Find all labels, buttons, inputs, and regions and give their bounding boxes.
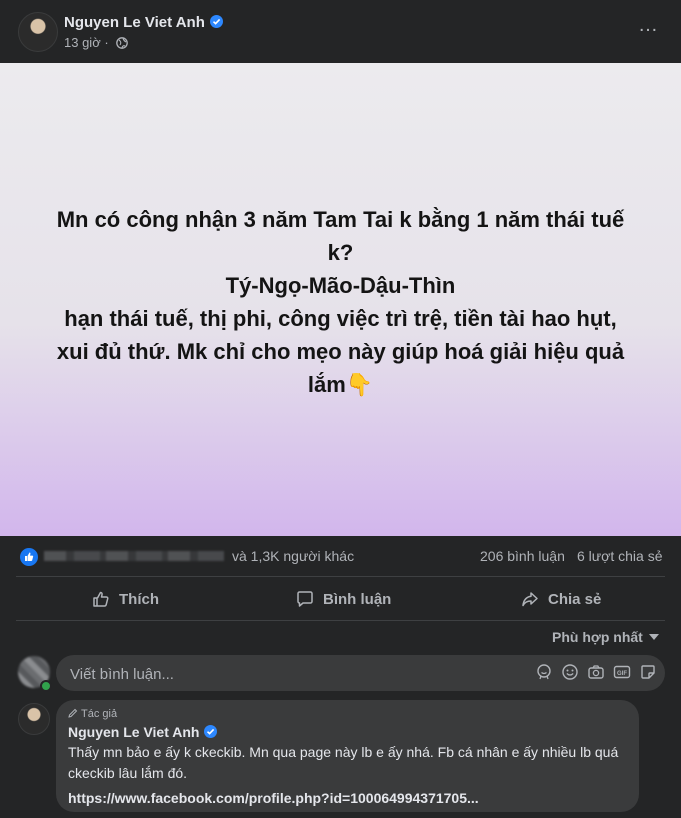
author-name[interactable]: Nguyen Le Viet Anh [64,14,205,31]
author-avatar[interactable] [18,12,58,52]
camera-icon[interactable] [587,663,605,681]
reaction-bar: và 1,3K người khác 206 bình luận 6 lượt … [0,540,681,574]
like-reaction-icon[interactable] [18,546,40,568]
share-count[interactable]: 6 lượt chia sẻ [577,548,662,564]
content-line: Mn có công nhận 3 năm Tam Tai k bằng 1 n… [56,207,625,232]
comment-count[interactable]: 206 bình luận [480,548,565,564]
share-button[interactable]: Chia sẻ [520,580,601,618]
svg-text:GIF: GIF [617,671,627,677]
emoji-icon[interactable] [561,663,579,681]
author-name-row: Nguyen Le Viet Anh [64,14,223,31]
verified-icon [209,15,223,28]
comment-button[interactable]: Bình luận [295,580,391,618]
comment-input[interactable] [68,655,512,693]
post-image-text: Mn có công nhận 3 năm Tam Tai k bằng 1 n… [20,203,661,401]
post-image[interactable]: Mn có công nhận 3 năm Tam Tai k bằng 1 n… [0,63,681,536]
post-time[interactable]: 13 giờ [64,35,101,50]
comment-sort-dropdown[interactable]: Phù hợp nhất [552,629,659,645]
content-line: lắm👇 [307,372,374,397]
comment-author-avatar[interactable] [18,703,50,735]
reaction-count[interactable]: và 1,3K người khác [232,548,354,564]
thumbs-up-icon [93,591,109,607]
comment-composer: GIF [56,655,665,693]
sort-label: Phù hợp nhất [552,629,643,645]
action-bar: Thích Bình luận Chia sẻ [16,580,665,618]
author-tag-label: Tác giả [81,708,118,720]
comment-author[interactable]: Nguyen Le Viet Anh [68,724,199,740]
like-label: Thích [119,590,159,608]
chevron-down-icon [648,634,659,640]
divider [16,620,665,621]
divider [16,576,665,577]
online-status-dot [40,680,52,692]
more-icon[interactable]: … [634,15,662,42]
share-icon [522,592,538,607]
avatar-sticker-icon[interactable] [535,663,553,681]
post-card: Nguyen Le Viet Anh 13 giờ · … Mn có công… [0,0,681,818]
verified-icon [204,725,218,738]
post-meta: 13 giờ · [64,35,129,50]
globe-icon [116,37,129,49]
comment-author-row: Nguyen Le Viet Anh [68,724,218,740]
post-header: Nguyen Le Viet Anh 13 giờ · … [0,0,681,62]
composer-toolbar: GIF [535,663,657,681]
comment-link[interactable]: https://www.facebook.com/profile.php?id=… [68,790,479,806]
comment-label: Bình luận [323,590,392,608]
sticker-icon[interactable] [639,663,657,681]
content-line: Tý-Ngọ-Mão-Dậu-Thìn [225,273,456,298]
gif-icon[interactable]: GIF [613,663,631,681]
like-button[interactable]: Thích [91,580,159,618]
comment-icon [297,591,313,607]
content-line: xui đủ thứ. Mk chỉ cho mẹo này giúp hoá … [56,339,625,364]
comment-bubble: Tác giả Nguyen Le Viet Anh Thấy mn bảo e… [56,700,639,812]
blurred-reactor-names [44,551,224,561]
pencil-icon [68,708,78,718]
share-label: Chia sẻ [548,590,602,608]
author-badge: Tác giả [68,708,117,720]
content-line: k? [327,240,354,265]
content-line: hạn thái tuế, thị phi, công việc trì trệ… [64,306,617,331]
comment-text: Thấy mn bảo e ấy k ckeckib. Mn qua page … [68,744,619,781]
